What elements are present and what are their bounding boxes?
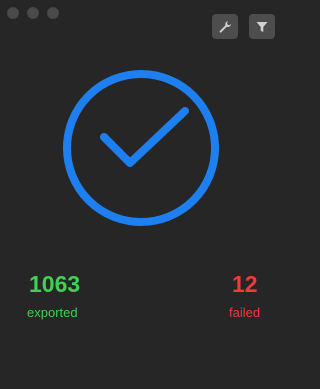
exported-label: exported bbox=[27, 305, 78, 320]
filter-button[interactable] bbox=[249, 14, 275, 39]
wrench-icon bbox=[219, 20, 231, 33]
checkmark-circle-icon bbox=[63, 70, 219, 226]
settings-button[interactable] bbox=[212, 14, 238, 39]
export-status-window: 1063 exported 12 failed bbox=[0, 0, 289, 389]
zoom-window-button[interactable] bbox=[47, 7, 59, 19]
minimize-window-button[interactable] bbox=[27, 7, 39, 19]
close-window-button[interactable] bbox=[7, 7, 19, 19]
exported-count: 1063 bbox=[29, 271, 81, 297]
failed-label: failed bbox=[229, 305, 261, 320]
window-controls bbox=[7, 7, 59, 19]
filter-icon bbox=[256, 21, 268, 32]
failed-count: 12 bbox=[232, 271, 258, 297]
